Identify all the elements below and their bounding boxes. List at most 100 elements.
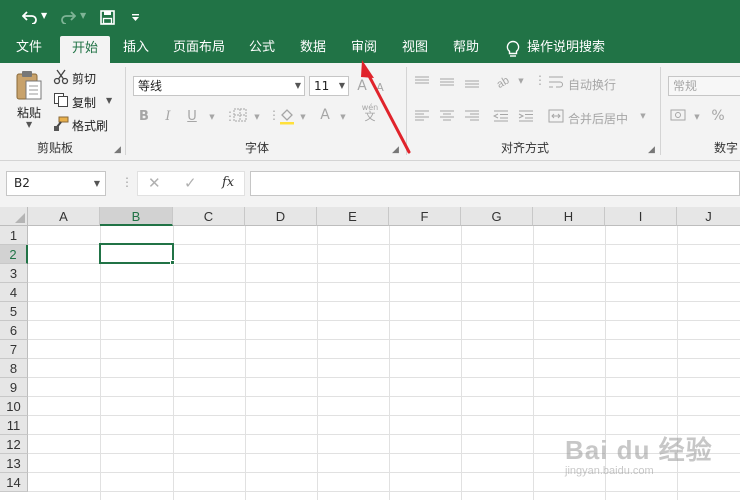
tell-me-search[interactable]: 操作说明搜索 [527,34,613,63]
select-all-icon [15,213,25,223]
name-box[interactable]: B2 ▼ [6,171,106,196]
tab-review[interactable]: 审阅 [342,34,386,63]
tab-help[interactable]: 帮助 [444,34,488,63]
middle-align-icon[interactable] [439,75,455,93]
font-launcher-icon[interactable]: ◢ [392,145,399,155]
decrease-indent-icon[interactable] [492,109,509,127]
align-center-icon[interactable] [439,109,455,127]
customize-qat-icon[interactable] [128,6,142,28]
borders-icon[interactable] [232,108,248,126]
alignment-launcher-icon[interactable]: ◢ [648,145,655,155]
save-icon[interactable] [97,6,117,28]
font-size-select[interactable]: 11 ▼ [309,76,349,96]
font-color-button[interactable]: A [318,107,332,123]
selected-cell-b2[interactable] [99,243,174,264]
gridline [100,226,101,500]
svg-text:ab: ab [495,74,512,89]
decrease-font-size-button[interactable]: A [373,81,387,94]
percent-button[interactable]: % [710,108,726,124]
underline-button[interactable]: U [185,109,199,124]
undo-dropdown-icon[interactable]: ▼ [41,11,47,20]
row-header-6[interactable]: 6 [0,321,28,340]
tab-view[interactable]: 视图 [393,34,437,63]
column-header-j[interactable]: J [677,207,740,226]
tab-file[interactable]: 文件 [6,34,52,63]
accounting-dropdown-icon[interactable]: ▼ [692,113,702,121]
increase-indent-icon[interactable] [518,109,534,127]
format-painter-button[interactable]: 格式刷 [72,117,108,134]
top-align-icon[interactable] [414,75,430,93]
row-header-12[interactable]: 12 [0,435,28,454]
cut-button[interactable]: 剪切 [72,70,96,87]
align-left-icon[interactable] [414,109,430,127]
paste-icon[interactable] [14,69,44,101]
row-header-11[interactable]: 11 [0,416,28,435]
column-header-i[interactable]: I [605,207,677,226]
font-name-select[interactable]: 等线 ▼ [133,76,305,96]
underline-dropdown-icon[interactable]: ▼ [207,113,217,121]
row-header-1[interactable]: 1 [0,226,28,245]
clipboard-launcher-icon[interactable]: ◢ [114,145,121,155]
redo-dropdown-icon[interactable]: ▼ [80,11,86,20]
number-format-select[interactable]: 常规 [668,76,740,96]
column-header-g[interactable]: G [461,207,533,226]
row-header-7[interactable]: 7 [0,340,28,359]
fill-color-dropdown-icon[interactable]: ▼ [298,113,308,121]
paste-button[interactable]: 粘贴 [17,104,41,121]
row-header-13[interactable]: 13 [0,454,28,473]
italic-button[interactable]: I [161,109,175,124]
phonetic-guide-button[interactable]: wén 文 [360,103,380,122]
bold-button[interactable]: B [137,109,151,124]
row-header-9[interactable]: 9 [0,378,28,397]
gridline [28,377,740,378]
copy-icon[interactable] [53,92,69,112]
column-header-c[interactable]: C [173,207,245,226]
enter-icon[interactable]: ✓ [184,174,197,192]
format-painter-icon[interactable] [53,116,69,136]
orientation-icon[interactable]: ab [494,73,514,93]
select-all-button[interactable] [0,207,28,226]
wrap-text-icon[interactable] [548,75,564,93]
column-header-b[interactable]: B [100,207,173,226]
orientation-dropdown-icon[interactable]: ▼ [516,77,526,85]
wrap-text-button[interactable]: 自动换行 [568,76,616,93]
increase-font-size-button[interactable]: A [355,78,369,94]
merge-center-button[interactable]: 合并后居中 [568,110,628,127]
tab-formulas[interactable]: 公式 [240,34,284,63]
fill-handle[interactable] [170,260,175,265]
cancel-icon[interactable]: ✕ [148,174,161,192]
undo-icon[interactable] [20,6,40,28]
column-header-a[interactable]: A [28,207,100,226]
fill-color-icon[interactable] [278,107,296,129]
column-header-h[interactable]: H [533,207,605,226]
insert-function-button[interactable]: fx [222,175,234,190]
paste-dropdown-icon[interactable]: ▼ [26,120,32,129]
row-header-14[interactable]: 14 [0,473,28,492]
tab-data[interactable]: 数据 [291,34,335,63]
scissors-icon[interactable] [53,69,69,89]
formula-input[interactable] [250,171,740,196]
merge-center-icon[interactable] [548,109,564,127]
column-header-d[interactable]: D [245,207,317,226]
font-color-dropdown-icon[interactable]: ▼ [338,113,348,121]
row-header-4[interactable]: 4 [0,283,28,302]
tab-insert[interactable]: 插入 [114,34,158,63]
tab-home[interactable]: 开始 [60,36,110,63]
tab-page-layout[interactable]: 页面布局 [165,34,233,63]
redo-icon[interactable] [58,6,78,28]
formula-bar-grip[interactable]: ⋮ [121,175,133,189]
copy-button[interactable]: 复制 [72,94,96,111]
bottom-align-icon[interactable] [464,75,480,93]
row-header-10[interactable]: 10 [0,397,28,416]
borders-dropdown-icon[interactable]: ▼ [252,113,262,121]
row-header-3[interactable]: 3 [0,264,28,283]
row-header-8[interactable]: 8 [0,359,28,378]
align-right-icon[interactable] [464,109,480,127]
row-header-2[interactable]: 2 [0,245,28,264]
accounting-format-icon[interactable] [670,107,688,127]
column-header-f[interactable]: F [389,207,461,226]
column-header-e[interactable]: E [317,207,389,226]
row-header-5[interactable]: 5 [0,302,28,321]
copy-dropdown-icon[interactable]: ▼ [106,96,112,105]
merge-dropdown-icon[interactable]: ▼ [638,112,648,120]
